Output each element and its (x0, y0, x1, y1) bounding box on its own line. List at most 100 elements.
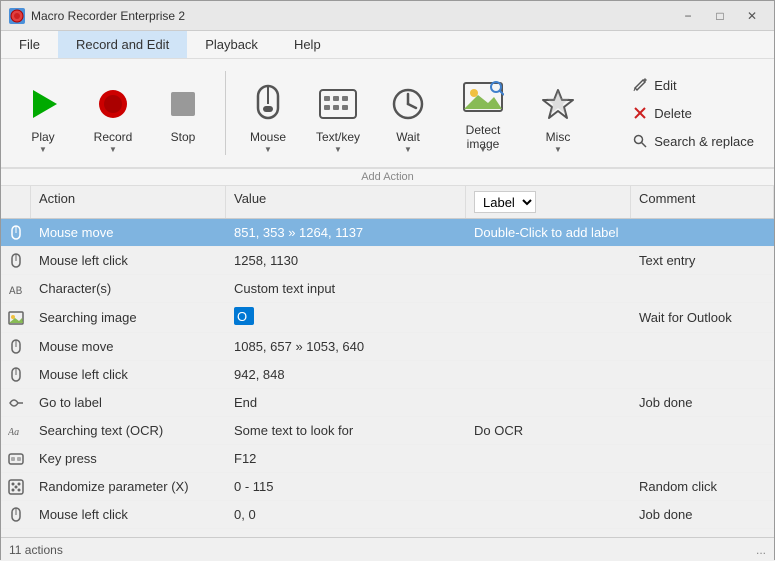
row-value: Custom text input (226, 277, 466, 300)
table-row[interactable]: Mouse left click 1258, 1130 Text entry (1, 247, 774, 275)
misc-button[interactable]: Misc ▼ (524, 68, 592, 158)
menu-help[interactable]: Help (276, 31, 339, 58)
mouse-label: Mouse (250, 130, 286, 144)
titlebar: Macro Recorder Enterprise 2 − □ ✕ (1, 1, 774, 31)
row-comment: Wait for Outlook (631, 306, 774, 329)
row-comment: Job done (631, 503, 774, 526)
window-controls: − □ ✕ (674, 7, 766, 25)
row-action: Searching image (31, 306, 226, 329)
row-icon (1, 479, 31, 495)
row-icon (1, 339, 31, 355)
misc-icon (536, 82, 580, 126)
row-comment (631, 229, 774, 237)
row-action: Mouse move (31, 335, 226, 358)
record-icon (91, 82, 135, 126)
table-header: Action Value Label Comment (1, 186, 774, 219)
statusbar-dots: ... (756, 543, 766, 557)
misc-arrow: ▼ (554, 145, 562, 154)
row-icon: Aa (1, 423, 31, 439)
textkey-arrow: ▼ (334, 145, 342, 154)
row-label (466, 455, 631, 463)
label-dropdown: Label (474, 191, 622, 213)
table-row[interactable]: AB Character(s) Custom text input (1, 275, 774, 303)
table-row[interactable]: Key press F12 (1, 445, 774, 473)
row-label (466, 285, 631, 293)
svg-text:Aa: Aa (8, 427, 19, 438)
table-row[interactable]: Searching image O Wait for Outlook (1, 303, 774, 333)
window-title: Macro Recorder Enterprise 2 (31, 9, 674, 23)
stop-button[interactable]: Stop (149, 68, 217, 158)
detectimage-button[interactable]: Detect image ▼ (444, 68, 522, 158)
row-comment: Random click (631, 475, 774, 498)
svg-text:O: O (237, 309, 247, 324)
textkey-label: Text/key (316, 130, 360, 144)
row-label (466, 314, 631, 322)
row-comment (631, 427, 774, 435)
minimize-button[interactable]: − (674, 7, 702, 25)
actions-count: 11 actions (9, 543, 63, 557)
main-content: Play ▼ Record ▼ (1, 59, 774, 561)
row-icon (1, 451, 31, 467)
play-button[interactable]: Play ▼ (9, 68, 77, 158)
wait-arrow: ▼ (404, 145, 412, 154)
row-value: 1258, 1130 (226, 249, 466, 272)
search-icon (632, 133, 648, 149)
wait-icon (386, 82, 430, 126)
app-icon (9, 8, 25, 24)
play-icon (21, 82, 65, 126)
row-action: Character(s) (31, 277, 226, 300)
row-label (466, 511, 631, 519)
svg-text:AB: AB (9, 286, 23, 297)
row-action: Randomize parameter (X) (31, 475, 226, 498)
row-icon (1, 225, 31, 241)
delete-button[interactable]: Delete (624, 102, 762, 124)
toolbar-divider-1 (225, 71, 226, 155)
row-action: Go to label (31, 391, 226, 414)
table-row[interactable]: Mouse left click 942, 848 (1, 361, 774, 389)
col-action: Action (31, 186, 226, 218)
label-select[interactable]: Label (474, 191, 536, 213)
row-label (466, 371, 631, 379)
table-row[interactable]: Aa Searching text (OCR) Some text to loo… (1, 417, 774, 445)
row-label (466, 399, 631, 407)
wait-label: Wait (396, 130, 420, 144)
row-label-hint: Double-Click to add label (466, 221, 631, 244)
pencil-icon (632, 77, 648, 93)
wait-button[interactable]: Wait ▼ (374, 68, 442, 158)
table-row[interactable]: Mouse left click 0, 0 Job done (1, 501, 774, 529)
table-row[interactable]: Randomize parameter (X) 0 - 115 Random c… (1, 473, 774, 501)
col-value: Value (226, 186, 466, 218)
row-label (466, 483, 631, 491)
table-row[interactable]: Go to label End Job done (1, 389, 774, 417)
record-arrow: ▼ (109, 145, 117, 154)
mouse-arrow: ▼ (264, 145, 272, 154)
table-row[interactable]: Mouse move 1085, 657 » 1053, 640 (1, 333, 774, 361)
record-button[interactable]: Record ▼ (79, 68, 147, 158)
row-action: Mouse left click (31, 503, 226, 526)
table-row[interactable]: Mouse move 851, 353 » 1264, 1137 Double-… (1, 219, 774, 247)
row-icon (1, 395, 31, 411)
textkey-button[interactable]: Text/key ▼ (304, 68, 372, 158)
stop-label: Stop (171, 130, 196, 144)
mouse-button[interactable]: Mouse ▼ (234, 68, 302, 158)
menu-record-edit[interactable]: Record and Edit (58, 31, 187, 58)
table-area: Action Value Label Comment Mouse move 85… (1, 186, 774, 537)
edit-button[interactable]: Edit (624, 74, 762, 96)
row-value: End (226, 391, 466, 414)
row-icon (1, 253, 31, 269)
search-replace-label: Search & replace (654, 134, 754, 149)
row-icon (1, 367, 31, 383)
row-value: 942, 848 (226, 363, 466, 386)
menubar: File Record and Edit Playback Help (1, 31, 774, 59)
menu-file[interactable]: File (1, 31, 58, 58)
row-value: 0, 0 (226, 503, 466, 526)
detectimage-icon (461, 75, 505, 119)
search-replace-button[interactable]: Search & replace (624, 130, 762, 152)
row-label (466, 257, 631, 265)
row-comment: Job done (631, 391, 774, 414)
menu-playback[interactable]: Playback (187, 31, 276, 58)
col-label: Label (466, 186, 631, 218)
maximize-button[interactable]: □ (706, 7, 734, 25)
close-button[interactable]: ✕ (738, 7, 766, 25)
edit-label: Edit (654, 78, 676, 93)
